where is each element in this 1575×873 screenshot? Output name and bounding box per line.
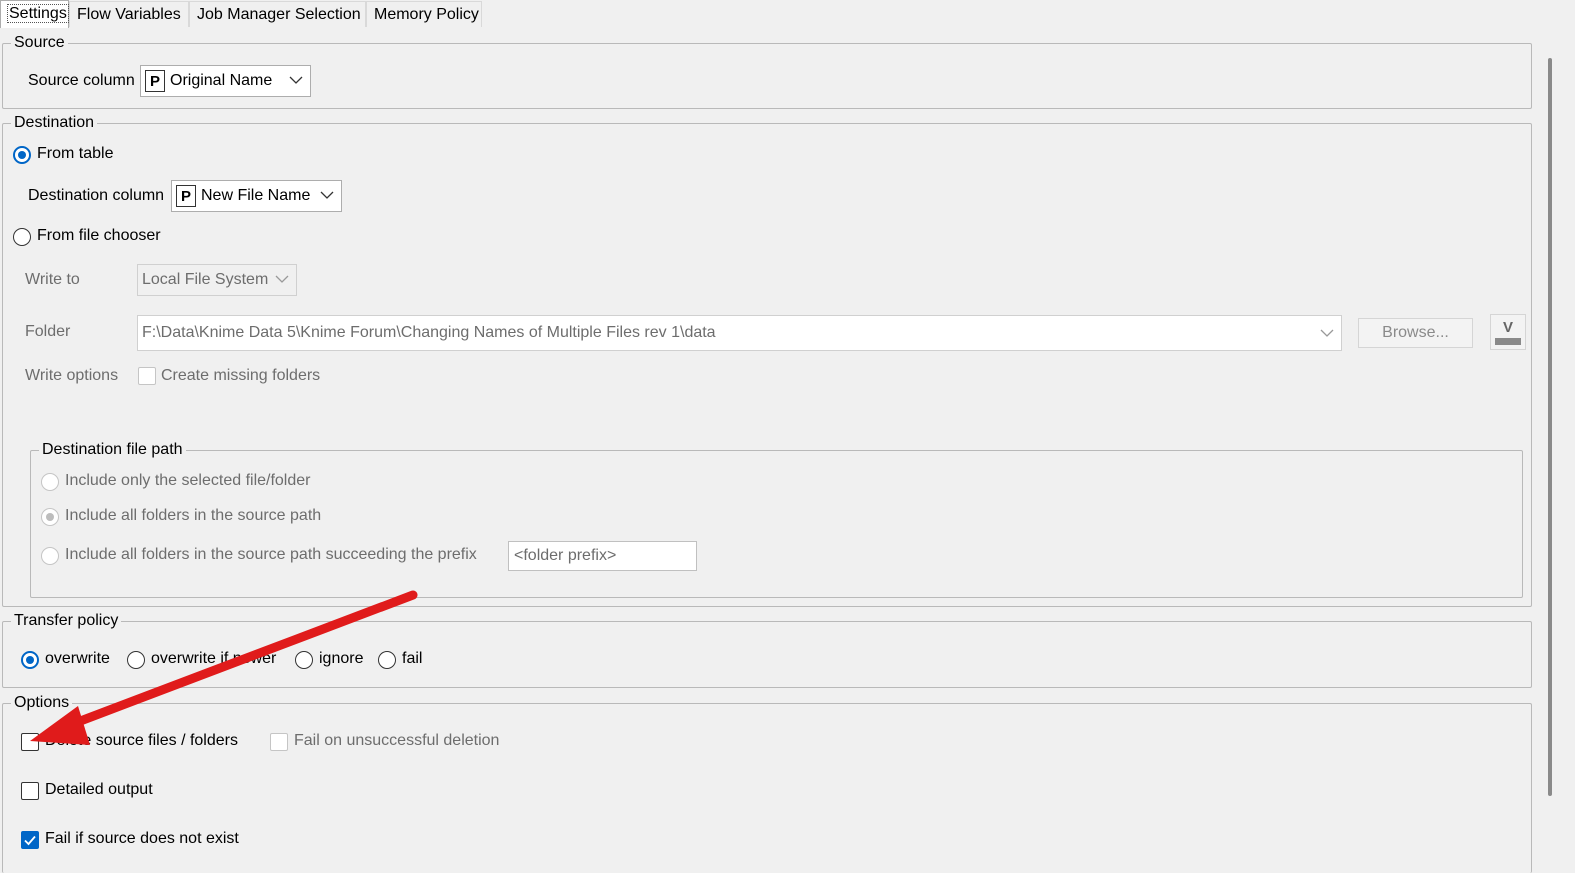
include-succeeding-prefix-radio[interactable]: [41, 547, 59, 565]
tab-memory-policy-label: Memory Policy: [374, 6, 479, 23]
detailed-output-label: Detailed output: [45, 781, 153, 798]
source-group-title: Source: [11, 32, 68, 54]
include-selected-only-radio[interactable]: [41, 473, 59, 491]
source-column-value: Original Name: [170, 72, 273, 89]
destination-column-label: Destination column: [28, 187, 165, 204]
detailed-output-checkbox[interactable]: [21, 782, 39, 800]
tab-memory-policy[interactable]: Memory Policy: [366, 1, 482, 27]
destination-column-value: New File Name: [201, 187, 311, 204]
write-options-label: Write options: [25, 367, 119, 384]
include-all-folders-label: Include all folders in the source path: [65, 507, 322, 524]
source-column-label: Source column: [28, 72, 135, 89]
overwrite-radio[interactable]: [21, 651, 39, 669]
flow-variable-button[interactable]: V: [1490, 314, 1526, 350]
include-all-folders-radio[interactable]: [41, 508, 59, 526]
string-type-icon: P: [176, 185, 196, 207]
ignore-label: ignore: [319, 650, 364, 667]
write-to-label: Write to: [25, 271, 80, 288]
tab-settings[interactable]: Settings: [0, 0, 69, 28]
fail-radio[interactable]: [378, 651, 396, 669]
delete-source-label: Delete source files / folders: [45, 732, 238, 749]
from-file-chooser-label: From file chooser: [37, 227, 161, 244]
destination-file-path-title: Destination file path: [39, 439, 186, 461]
source-column-select[interactable]: P Original Name: [140, 65, 311, 97]
include-selected-only-label: Include only the selected file/folder: [65, 472, 311, 489]
create-missing-folders-label: Create missing folders: [161, 367, 321, 384]
overwrite-label: overwrite: [45, 650, 110, 667]
chevron-down-icon: [1320, 329, 1334, 337]
scrollbar-thumb[interactable]: [1548, 58, 1552, 796]
write-to-value: Local File System: [142, 271, 269, 288]
from-table-radio[interactable]: [13, 146, 31, 164]
folder-label: Folder: [25, 323, 71, 340]
fail-if-not-exist-label: Fail if source does not exist: [45, 830, 239, 847]
from-file-chooser-radio[interactable]: [13, 228, 31, 246]
include-succeeding-prefix-label: Include all folders in the source path s…: [65, 546, 477, 563]
tab-job-manager-selection[interactable]: Job Manager Selection: [189, 1, 366, 27]
options-group-title: Options: [11, 692, 73, 714]
chevron-down-icon: [289, 76, 303, 84]
transfer-policy-title: Transfer policy: [11, 610, 122, 632]
flow-variable-bar-icon: [1495, 337, 1521, 345]
overwrite-if-newer-radio[interactable]: [127, 651, 145, 669]
fail-if-not-exist-checkbox[interactable]: [21, 831, 39, 849]
folder-path-input[interactable]: F:\Data\Knime Data 5\Knime Forum\Changin…: [137, 315, 1342, 351]
overwrite-if-newer-label: overwrite if newer: [151, 650, 277, 667]
fail-label: fail: [402, 650, 423, 667]
tab-bar: Settings Flow Variables Job Manager Sele…: [0, 0, 1575, 28]
create-missing-folders-checkbox[interactable]: [138, 367, 156, 385]
chevron-down-icon: [320, 191, 334, 199]
destination-column-select[interactable]: P New File Name: [171, 180, 342, 212]
vertical-scrollbar[interactable]: [1540, 30, 1574, 860]
chevron-down-icon: [275, 275, 289, 283]
string-type-icon: P: [145, 70, 165, 92]
tab-settings-label: Settings: [7, 4, 69, 23]
destination-group-title: Destination: [11, 112, 98, 134]
folder-prefix-input[interactable]: <folder prefix>: [508, 541, 697, 571]
from-table-label: From table: [37, 145, 114, 162]
fail-on-deletion-label: Fail on unsuccessful deletion: [294, 732, 500, 749]
delete-source-checkbox[interactable]: [21, 733, 39, 751]
checkmark-icon: [24, 835, 36, 846]
browse-button[interactable]: Browse...: [1358, 318, 1473, 348]
tab-flow-variables[interactable]: Flow Variables: [69, 1, 189, 27]
tab-job-manager-label: Job Manager Selection: [197, 6, 361, 23]
folder-path-value: F:\Data\Knime Data 5\Knime Forum\Changin…: [142, 324, 716, 341]
fail-on-deletion-checkbox[interactable]: [270, 733, 288, 751]
write-to-select[interactable]: Local File System: [137, 264, 297, 296]
tab-flow-variables-label: Flow Variables: [77, 6, 181, 23]
ignore-radio[interactable]: [295, 651, 313, 669]
flow-variable-icon: V: [1502, 318, 1513, 336]
